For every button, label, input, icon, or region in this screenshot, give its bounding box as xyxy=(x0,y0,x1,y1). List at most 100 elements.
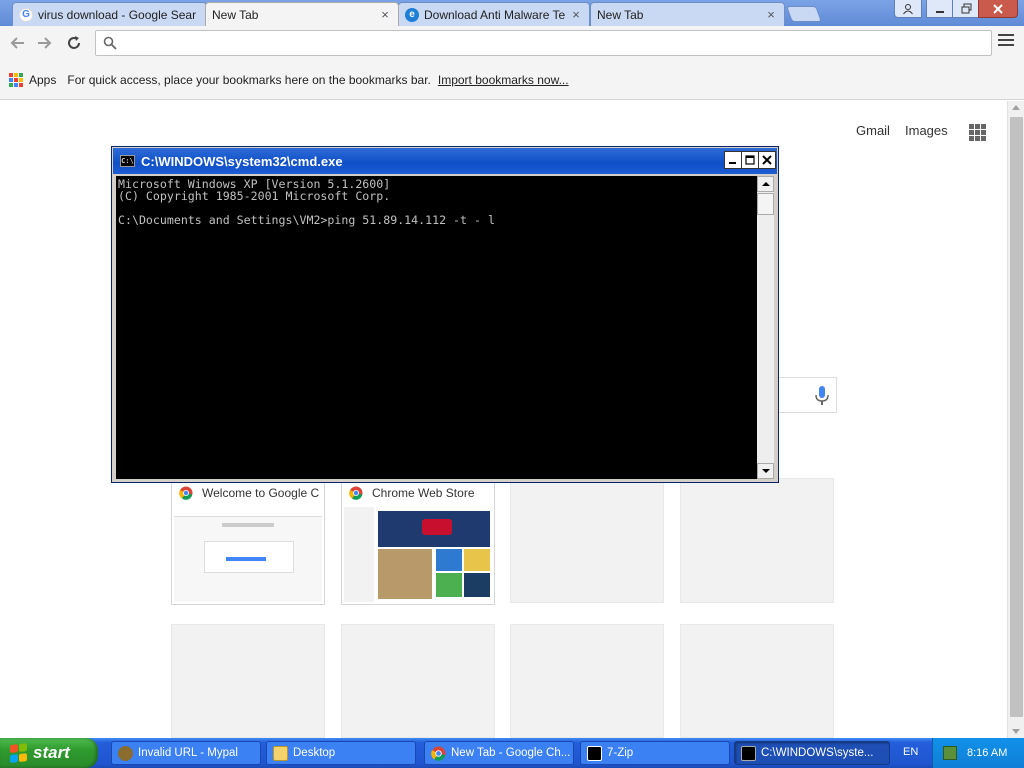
bookmarks-hint: For quick access, place your bookmarks h… xyxy=(67,72,431,87)
apps-shortcut[interactable]: Apps xyxy=(29,73,56,87)
restore-button[interactable] xyxy=(952,0,980,18)
back-button[interactable] xyxy=(6,32,28,54)
ie-icon: e xyxy=(405,7,419,22)
page-scrollbar[interactable] xyxy=(1007,101,1024,738)
browser-toolbar xyxy=(0,26,1024,60)
address-bar[interactable] xyxy=(95,30,992,56)
new-tab-button[interactable] xyxy=(786,6,822,22)
scrollbar-thumb[interactable] xyxy=(1010,117,1023,717)
taskbar-button-label: 7-Zip xyxy=(607,747,634,759)
google-icon: G xyxy=(19,7,33,22)
tab-strip: G virus download - Google Sear New Tab ×… xyxy=(0,0,1024,26)
taskbar-button-label: New Tab - Google Ch... xyxy=(451,747,571,759)
tab-title: virus download - Google Sear xyxy=(38,7,197,22)
cmd-window[interactable]: C:\ C:\WINDOWS\system32\cmd.exe Microsof… xyxy=(111,146,779,483)
tab-download-anti-malware[interactable]: e Download Anti Malware Testf × xyxy=(398,2,590,26)
cmd-minimize-button[interactable] xyxy=(724,151,742,169)
close-icon[interactable]: × xyxy=(569,7,583,22)
cmd-output: Microsoft Windows XP [Version 5.1.2600](… xyxy=(118,178,495,226)
user-profile-button[interactable] xyxy=(894,0,922,18)
cmd-icon xyxy=(741,745,756,761)
mypal-icon xyxy=(118,745,133,761)
close-icon[interactable]: × xyxy=(764,7,778,22)
taskbar-button-label: Desktop xyxy=(293,747,336,759)
chrome-webstore-icon xyxy=(349,486,363,500)
most-visited-tile-empty xyxy=(680,624,834,738)
apps-grid-icon[interactable] xyxy=(9,72,23,87)
clock[interactable]: 8:16 AM xyxy=(967,747,1007,759)
tab-title: New Tab xyxy=(212,7,259,22)
cmd-scrollbar[interactable] xyxy=(757,176,774,479)
tab-title: New Tab xyxy=(597,7,644,22)
window-close-button[interactable] xyxy=(978,0,1018,18)
google-apps-icon[interactable] xyxy=(969,124,986,141)
maximize-icon xyxy=(745,155,755,165)
cmd-icon: C:\ xyxy=(120,155,135,167)
tile-thumbnail xyxy=(344,507,492,602)
minimize-button[interactable] xyxy=(926,0,954,18)
folder-icon xyxy=(273,745,288,761)
scroll-up-arrow-icon[interactable] xyxy=(1012,105,1020,110)
most-visited-tile-empty xyxy=(171,624,325,738)
network-icon[interactable] xyxy=(943,746,957,760)
most-visited-tile-empty xyxy=(510,624,664,738)
taskbar: start Invalid URL - Mypal Desktop New Ta… xyxy=(0,738,1024,768)
most-visited-tile-empty xyxy=(680,478,834,603)
most-visited-tile-empty xyxy=(341,624,495,738)
start-label: start xyxy=(33,743,70,762)
cmd-maximize-button[interactable] xyxy=(741,151,759,169)
most-visited-tile-empty xyxy=(510,478,664,603)
forward-arrow-icon xyxy=(38,37,52,49)
scroll-down-arrow-icon[interactable] xyxy=(757,463,774,479)
images-link[interactable]: Images xyxy=(905,123,948,138)
microphone-icon[interactable] xyxy=(814,385,830,407)
chrome-menu-button[interactable] xyxy=(998,34,1014,50)
import-bookmarks-link[interactable]: Import bookmarks now... xyxy=(438,73,569,87)
close-icon xyxy=(993,3,1003,14)
cmd-console[interactable]: Microsoft Windows XP [Version 5.1.2600](… xyxy=(116,176,757,479)
cmd-title: C:\WINDOWS\system32\cmd.exe xyxy=(141,153,343,169)
close-icon[interactable]: × xyxy=(378,7,392,22)
most-visited-tile-welcome[interactable]: Welcome to Google C xyxy=(171,480,325,605)
taskbar-button-mypal[interactable]: Invalid URL - Mypal xyxy=(111,741,261,765)
tile-thumbnail xyxy=(174,507,322,602)
omnibox-input[interactable] xyxy=(124,34,974,52)
close-icon xyxy=(762,155,772,165)
reload-icon xyxy=(68,36,80,49)
restore-icon xyxy=(961,3,971,14)
search-icon xyxy=(103,36,117,50)
scroll-down-arrow-icon[interactable] xyxy=(1012,729,1020,734)
chrome-icon xyxy=(431,746,446,761)
7zip-icon xyxy=(587,745,602,761)
cmd-line: (C) Copyright 1985-2001 Microsoft Corp. xyxy=(118,189,391,203)
minimize-icon xyxy=(936,10,944,13)
taskbar-button-chrome[interactable]: New Tab - Google Ch... xyxy=(424,741,574,765)
minimize-icon xyxy=(729,162,736,164)
scroll-up-arrow-icon[interactable] xyxy=(757,176,774,192)
windows-logo-icon xyxy=(10,743,28,763)
cmd-line: C:\Documents and Settings\VM2>ping 51.89… xyxy=(118,213,495,227)
bookmarks-bar: Apps For quick access, place your bookma… xyxy=(0,60,1024,100)
most-visited-tile-webstore[interactable]: Chrome Web Store xyxy=(341,480,495,605)
system-tray: 8:16 AM xyxy=(932,738,1024,768)
language-indicator[interactable]: EN xyxy=(903,746,918,758)
forward-button[interactable] xyxy=(34,32,56,54)
cmd-title-bar[interactable]: C:\ C:\WINDOWS\system32\cmd.exe xyxy=(113,148,777,174)
tab-new-tab-active[interactable]: New Tab × xyxy=(205,2,399,26)
start-button[interactable]: start xyxy=(0,738,98,768)
tab-title: Download Anti Malware Testf xyxy=(424,7,565,22)
tab-new-tab[interactable]: New Tab × xyxy=(590,2,785,26)
tile-title: Welcome to Google C xyxy=(202,486,320,500)
taskbar-button-7zip[interactable]: 7-Zip xyxy=(580,741,730,765)
gmail-link[interactable]: Gmail xyxy=(856,123,890,138)
taskbar-button-desktop[interactable]: Desktop xyxy=(266,741,416,765)
tab-virus-download[interactable]: G virus download - Google Sear xyxy=(12,2,207,26)
tile-title: Chrome Web Store xyxy=(372,486,475,500)
cmd-scrollbar-thumb[interactable] xyxy=(757,193,774,215)
cmd-close-button[interactable] xyxy=(758,151,776,169)
taskbar-button-cmd[interactable]: C:\WINDOWS\syste... xyxy=(734,741,890,765)
taskbar-button-label: Invalid URL - Mypal xyxy=(138,747,238,759)
chrome-icon xyxy=(179,486,193,500)
reload-button[interactable] xyxy=(63,32,85,54)
back-arrow-icon xyxy=(10,37,24,49)
